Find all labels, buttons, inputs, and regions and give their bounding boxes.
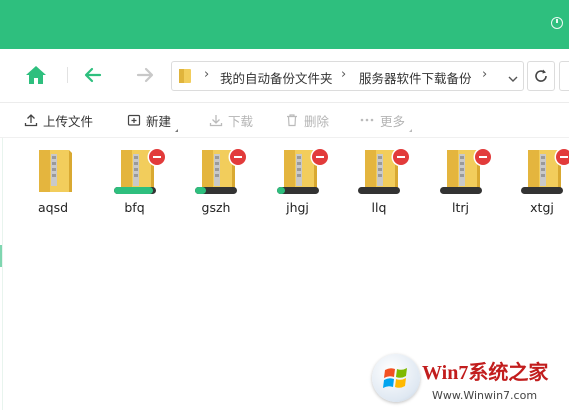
sync-progress-bar [521,187,563,194]
navigation-bar: › 我的自动备份文件夹 › 服务器软件下载备份 › [0,49,569,103]
folder-name: jhgj [286,200,309,215]
folder-icon [36,148,72,194]
folder-icon [178,68,192,84]
windows-logo-icon [372,354,420,402]
watermark-url: Www.Winwin7.com [432,389,538,402]
breadcrumb-item[interactable]: 我的自动备份文件夹 [220,68,333,87]
new-label: 新建 [146,113,172,129]
download-button[interactable]: 下载 [209,111,253,129]
sync-progress-fill [195,187,206,194]
breadcrumb-separator-icon: › [341,67,347,82]
more-dots-icon [360,118,374,122]
upload-button[interactable]: 上传文件 [24,111,93,129]
new-folder-icon [127,114,141,126]
folder-name: gszh [201,200,231,215]
stop-sync-icon[interactable] [311,149,328,165]
more-button[interactable]: 更多 [359,111,413,132]
address-bar[interactable]: › 我的自动备份文件夹 › 服务器软件下载备份 › [171,61,524,91]
watermark: Win7系统之家 Www.Winwin7.com [370,352,569,409]
splitter-handle[interactable] [0,245,2,267]
trash-icon [287,114,297,127]
sync-progress-bar [358,187,400,194]
new-button[interactable]: 新建 [127,111,179,132]
sync-progress-bar [195,187,237,194]
breadcrumb-separator-icon: › [204,67,210,82]
sync-progress-bar [113,187,156,194]
upload-icon [24,114,38,127]
sync-progress-bar [439,187,482,194]
folder-item[interactable]: ltrj [425,148,497,218]
watermark-title: Win7系统之家 [422,362,549,384]
upload-label: 上传文件 [43,113,94,129]
stop-sync-icon[interactable] [393,149,409,165]
folder-name: bfq [124,200,145,215]
refresh-icon [535,69,547,82]
dropdown-corner-icon [409,129,413,132]
clock-icon[interactable] [551,17,563,29]
dropdown-corner-icon [175,129,179,132]
breadcrumb-item[interactable]: 服务器软件下载备份 [359,68,472,87]
left-border [2,138,3,410]
folder-item[interactable]: llq [343,148,415,218]
folder-name: aqsd [37,200,69,215]
nav-divider [67,67,68,83]
folder-item[interactable]: bfq [99,148,171,218]
back-arrow-icon[interactable] [80,62,108,88]
stop-sync-icon[interactable] [474,149,491,165]
delete-button[interactable]: 删除 [285,111,329,129]
folder-name: ltrj [452,200,469,215]
search-box[interactable] [559,61,569,91]
folder-item[interactable]: xtgj [506,148,569,218]
sync-progress-fill [113,187,154,194]
folder-item[interactable]: gszh [180,148,252,218]
sync-progress-bar [276,187,319,194]
title-bar [0,0,569,49]
refresh-button[interactable] [527,61,555,91]
delete-label: 删除 [304,113,330,129]
more-label: 更多 [380,113,406,129]
breadcrumb-separator-icon: › [482,67,488,82]
download-icon [209,115,223,127]
folder-item[interactable]: jhgj [262,148,334,218]
forward-arrow-icon[interactable] [132,62,160,88]
stop-sync-icon[interactable] [556,149,569,165]
sync-progress-fill [276,187,285,194]
folder-name: llq [371,200,387,215]
chevron-down-icon[interactable] [507,70,519,82]
toolbar: 上传文件 新建 下载 删除 更多 [0,103,569,137]
stop-sync-icon[interactable] [230,149,246,165]
folder-name: xtgj [530,200,554,215]
folder-item[interactable]: aqsd [17,148,89,218]
stop-sync-icon[interactable] [148,149,165,165]
download-label: 下载 [228,113,254,129]
home-icon[interactable] [23,62,51,88]
